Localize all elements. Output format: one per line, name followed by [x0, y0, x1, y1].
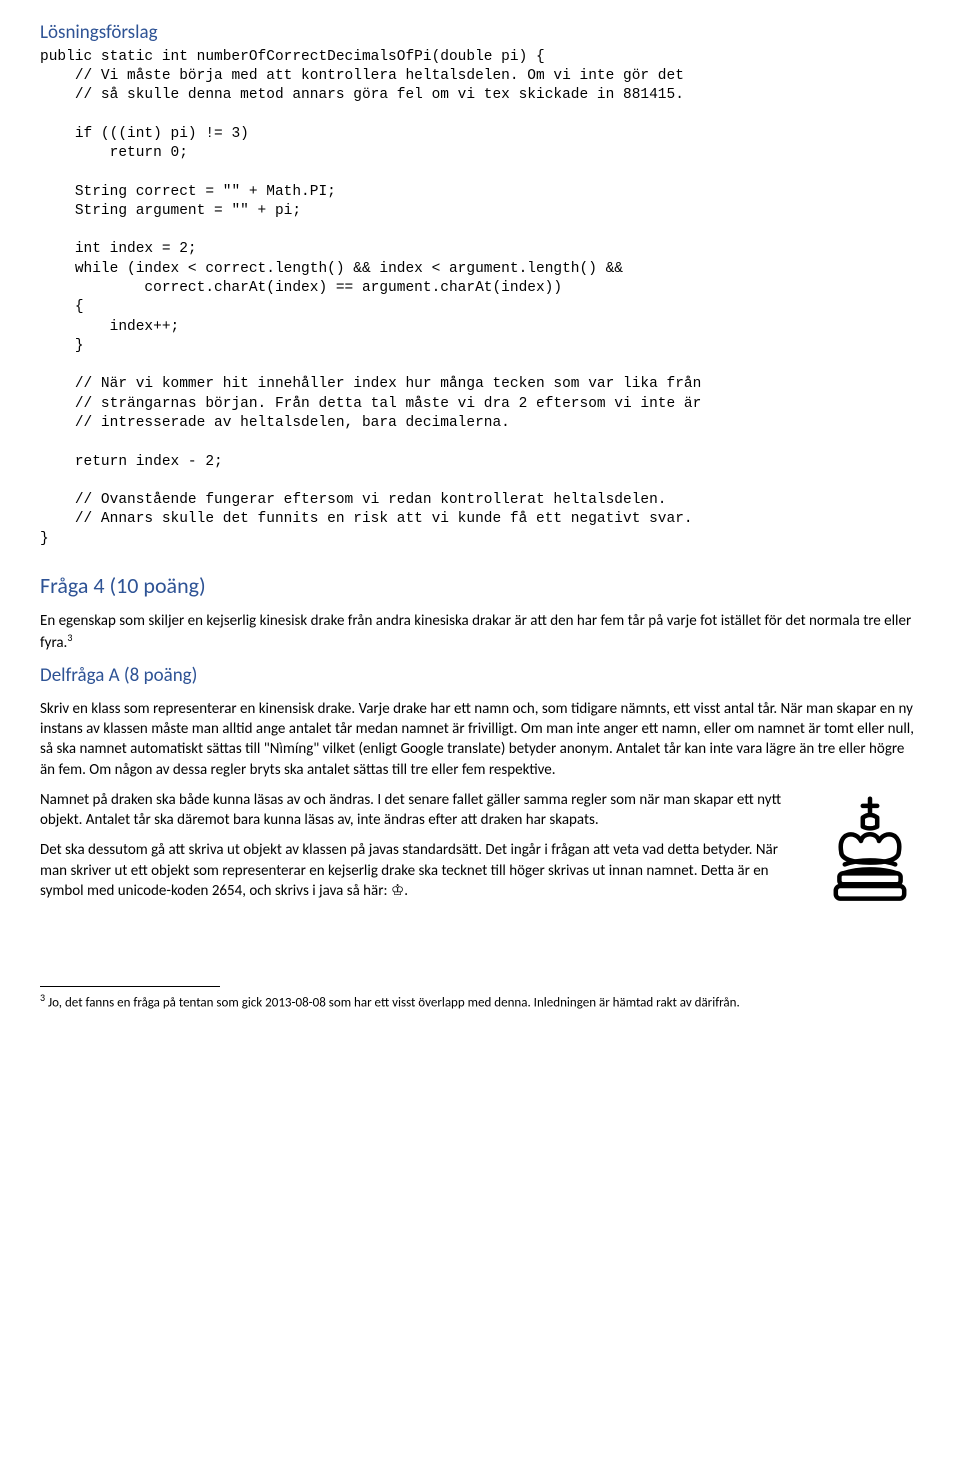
footnote-text: Jo, det fanns en fråga på tentan som gic…	[45, 995, 740, 1010]
chess-king-icon	[820, 790, 920, 910]
heading-fraga-4: Fråga 4 (10 poäng)	[40, 571, 920, 601]
fraga4-intro-paragraph: En egenskap som skiljer en kejserlig kin…	[40, 611, 920, 654]
delfraga-a-paragraph-2: Namnet på draken ska både kunna läsas av…	[40, 790, 920, 831]
footnote-ref-3: 3	[67, 631, 72, 644]
delfraga-a-paragraph-1: Skriv en klass som representerar en kine…	[40, 699, 920, 780]
footnote-separator	[40, 986, 220, 987]
delfraga-a-paragraph-3: Det ska dessutom gå att skriva ut objekt…	[40, 840, 920, 901]
heading-losningsforslag: Lösningsförslag	[40, 20, 920, 46]
footnote-3: 3 Jo, det fanns en fråga på tentan som g…	[40, 991, 920, 1012]
heading-delfraga-a: Delfråga A (8 poäng)	[40, 663, 920, 689]
fraga4-intro-text: En egenskap som skiljer en kejserlig kin…	[40, 612, 911, 652]
code-block: public static int numberOfCorrectDecimal…	[40, 48, 920, 549]
